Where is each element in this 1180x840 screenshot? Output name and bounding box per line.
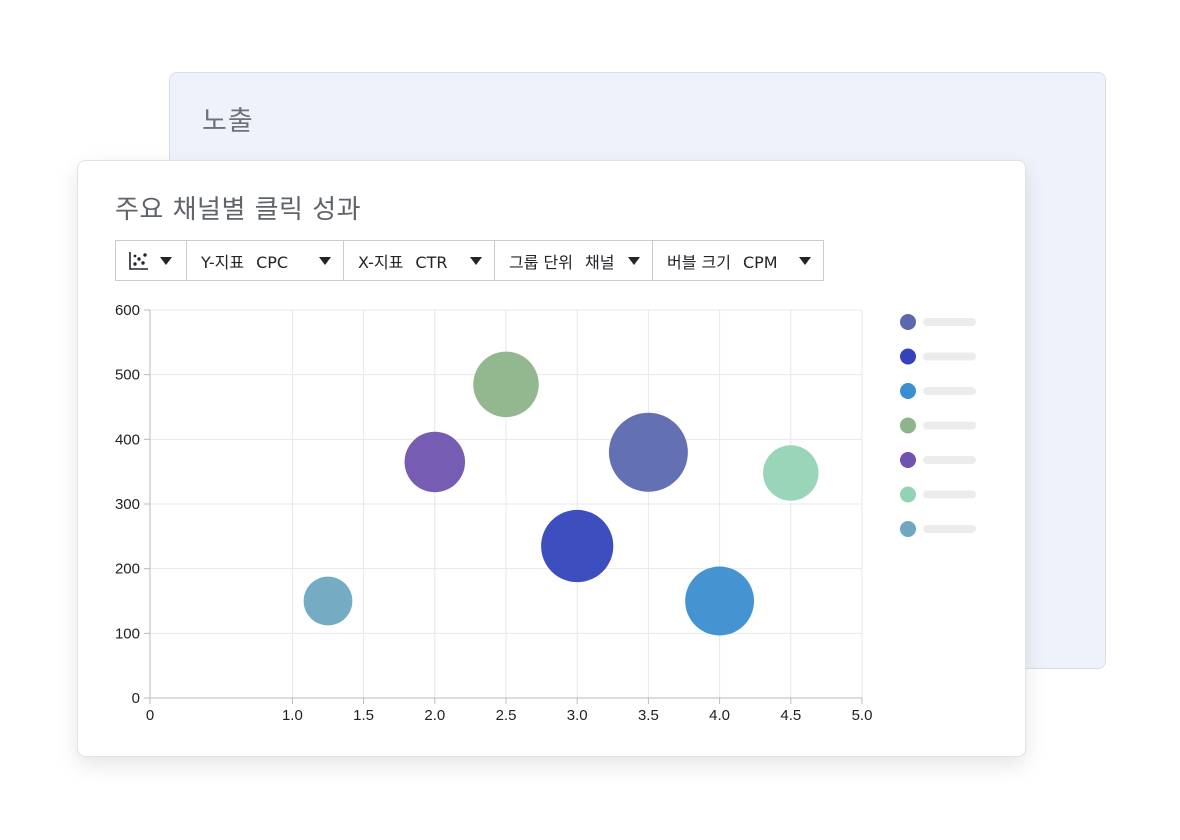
x-tick-label: 4.5 [780, 707, 801, 724]
legend-label-placeholder [923, 318, 976, 326]
bubble-chart: 0 1.0 1.5 2.0 2.5 3.0 3.5 4.0 4.5 5.0 0 100 200 300 40… [115, 302, 976, 724]
y-tick-label: 100 [115, 625, 140, 642]
bubble-point [685, 566, 755, 636]
x-tick-label: 4.0 [709, 707, 730, 724]
y-tick-label: 600 [115, 302, 140, 319]
x-tick-label: 2.5 [496, 707, 517, 724]
bubble-point [404, 431, 466, 493]
x-tick-label: 1.5 [353, 707, 374, 724]
legend-label-placeholder [923, 352, 976, 361]
legend-marker [900, 452, 916, 468]
bubble-point [303, 576, 353, 626]
y-tick-label: 400 [115, 431, 140, 448]
y-tick-label: 0 [132, 690, 140, 707]
x-tick-label: 2.0 [424, 707, 445, 724]
x-tick-label: 3.5 [638, 707, 659, 724]
legend-label-placeholder [923, 525, 976, 533]
legend-marker [900, 417, 916, 434]
legend-label-placeholder [923, 456, 976, 464]
bubble-point [541, 509, 614, 583]
legend-marker [900, 383, 916, 399]
legend-marker [900, 521, 916, 537]
x-tick-label: 5.0 [852, 707, 873, 724]
bubble-point [608, 412, 688, 492]
bubble-point [473, 351, 539, 418]
legend-label-placeholder [923, 387, 976, 395]
y-tick-label: 500 [115, 367, 140, 384]
legend-marker [900, 486, 916, 503]
legend-label-placeholder [923, 421, 976, 430]
x-tick-label: 3.0 [567, 707, 588, 724]
x-tick-label: 0 [146, 707, 154, 724]
x-tick-label: 1.0 [282, 707, 303, 724]
legend-marker [900, 348, 916, 365]
legend-marker [900, 314, 916, 330]
y-tick-label: 200 [115, 561, 140, 578]
legend-label-placeholder [923, 490, 976, 499]
bubble-point [763, 445, 819, 501]
y-tick-label: 300 [115, 496, 140, 513]
